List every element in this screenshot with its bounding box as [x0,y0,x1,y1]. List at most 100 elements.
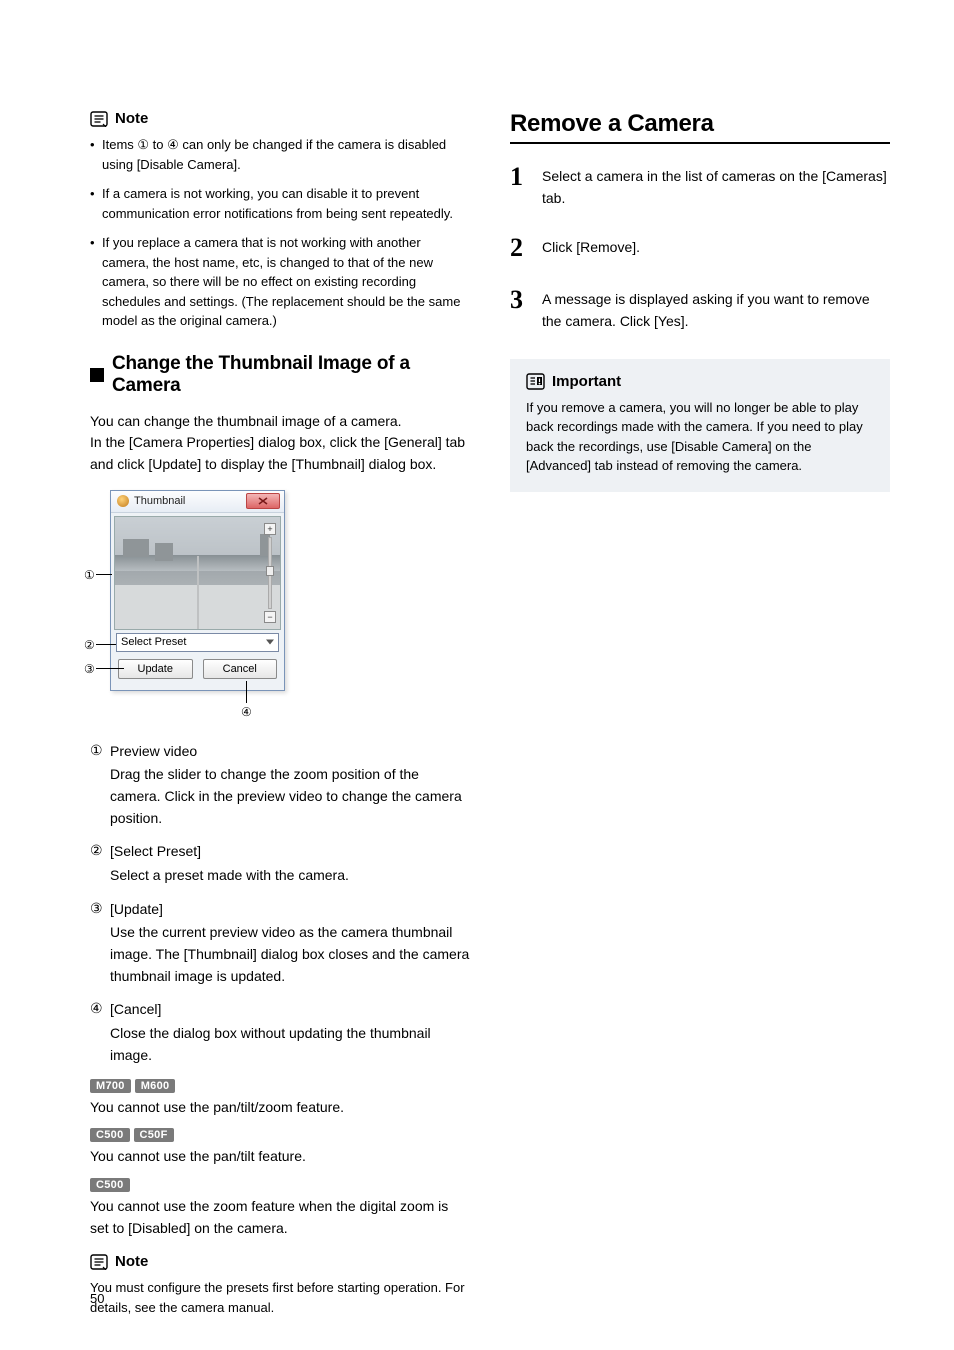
callout-desc: Select a preset made with the camera. [110,865,470,887]
dialog-title-group: Thumbnail [117,495,185,507]
steps-list: 1 Select a camera in the list of cameras… [510,164,890,333]
update-button[interactable]: Update [118,659,193,679]
dialog-titlebar: Thumbnail [111,491,284,513]
zoom-thumb[interactable] [266,566,274,576]
callout-2-number: ② [84,638,95,653]
callout-desc: Use the current preview video as the cam… [110,922,470,987]
preview-building [155,543,173,561]
dialog-buttons: Update Cancel [114,655,281,687]
restriction-text: You cannot use the pan/tilt feature. [90,1146,470,1168]
dialog-body: + − Select Preset [111,513,284,690]
callout-3-line [96,668,124,669]
restriction-block: M700 M600 You cannot use the pan/tilt/zo… [90,1079,470,1119]
page-number: 50 [90,1291,104,1306]
callout-item: ① Preview video Drag the slider to chang… [90,741,470,830]
model-badge: M600 [135,1079,176,1093]
model-badge: C500 [90,1178,130,1192]
dialog-title: Thumbnail [134,495,185,507]
select-preset-label: Select Preset [121,636,186,648]
thumbnail-dialog-figure: Thumbnail [90,490,470,721]
callout-num: ③ [90,899,110,988]
dialog-row: Select Preset [114,630,281,655]
bullet-dot: • [90,184,102,223]
callout-item: ③ [Update] Use the current preview video… [90,899,470,988]
note-bullet-text: Items ① to ④ can only be changed if the … [102,135,470,174]
restriction-block: C500 C50F You cannot use the pan/tilt fe… [90,1128,470,1168]
callout-title: Preview video [110,741,470,763]
step-text: Select a camera in the list of cameras o… [542,164,890,209]
callout-num: ② [90,841,110,886]
callout-item: ② [Select Preset] Select a preset made w… [90,841,470,886]
note-bullets: •Items ① to ④ can only be changed if the… [90,135,470,331]
note-text: You must configure the presets first bef… [90,1278,470,1317]
select-preset-dropdown[interactable]: Select Preset [116,633,279,652]
step-number: 2 [510,235,530,261]
note-icon [90,1254,108,1270]
callout-desc: Drag the slider to change the zoom posit… [110,764,470,829]
note-bullet-text: If a camera is not working, you can disa… [102,184,470,223]
two-column-layout: Note •Items ① to ④ can only be changed i… [90,110,894,1317]
callout-item: ④ [Cancel] Close the dialog box without … [90,999,470,1066]
callout-bottom: ④ [110,691,470,721]
square-bullet-icon [90,368,104,382]
note-bullet: •Items ① to ④ can only be changed if the… [90,135,470,174]
note-bullet-text: If you replace a camera that is not work… [102,233,470,331]
step-item: 1 Select a camera in the list of cameras… [510,164,890,209]
callout-2-line [96,644,116,645]
note-label: Note [115,110,148,127]
callout-1-number: ① [84,568,95,583]
close-button[interactable] [246,493,280,509]
step-number: 1 [510,164,530,209]
callout-title: [Cancel] [110,999,470,1021]
note-header: Note [90,1253,470,1270]
step-text: Click [Remove]. [542,235,890,261]
note-header: Note [90,110,470,127]
note-bullet: •If a camera is not working, you can dis… [90,184,470,223]
preview-video[interactable]: + − [114,516,281,630]
close-icon [258,497,268,505]
restriction-block: C500 You cannot use the zoom feature whe… [90,1178,470,1239]
update-button-label: Update [138,663,173,675]
zoom-track[interactable] [268,537,272,609]
zoom-out-button[interactable]: − [264,611,276,623]
model-badges: C500 [90,1178,470,1192]
callout-title: [Select Preset] [110,841,470,863]
note-icon [90,111,108,127]
preview-building [123,539,149,557]
step-item: 2 Click [Remove]. [510,235,890,261]
model-badges: M700 M600 [90,1079,470,1093]
important-text: If you remove a camera, you will no long… [526,398,874,476]
important-icon [526,373,545,390]
cancel-button[interactable]: Cancel [203,659,278,679]
callout-num: ④ [90,999,110,1066]
callout-1-line [96,574,112,575]
note-label: Note [115,1253,148,1270]
important-header: Important [526,373,874,390]
important-label: Important [552,373,621,390]
callout-title: [Update] [110,899,470,921]
model-badge: C50F [134,1128,174,1142]
callout-body: [Update] Use the current preview video a… [110,899,470,988]
bullet-dot: • [90,233,102,331]
callout-body: [Select Preset] Select a preset made wit… [110,841,470,886]
thumbnail-dialog-wrapper: Thumbnail [90,490,300,691]
important-box: Important If you remove a camera, you wi… [510,359,890,492]
callout-body: [Cancel] Close the dialog box without up… [110,999,470,1066]
callout-num: ① [90,741,110,830]
restriction-text: You cannot use the zoom feature when the… [90,1196,470,1239]
sub-heading-text: Change the Thumbnail Image of a Camera [112,353,470,397]
zoom-in-button[interactable]: + [264,523,276,535]
intro-paragraph: You can change the thumbnail image of a … [90,411,470,476]
thumbnail-dialog: Thumbnail [110,490,285,691]
callout-4-line [246,681,247,703]
bullet-dot: • [90,135,102,174]
model-badges: C500 C50F [90,1128,470,1142]
callout-descriptions: ① Preview video Drag the slider to chang… [90,741,470,1067]
callout-body: Preview video Drag the slider to change … [110,741,470,830]
right-column: Remove a Camera 1 Select a camera in the… [510,110,890,1317]
model-badge: M700 [90,1079,131,1093]
page: Note •Items ① to ④ can only be changed i… [0,0,954,1350]
callout-4-number: ④ [241,705,252,720]
left-column: Note •Items ① to ④ can only be changed i… [90,110,470,1317]
zoom-slider[interactable]: + − [264,523,276,623]
